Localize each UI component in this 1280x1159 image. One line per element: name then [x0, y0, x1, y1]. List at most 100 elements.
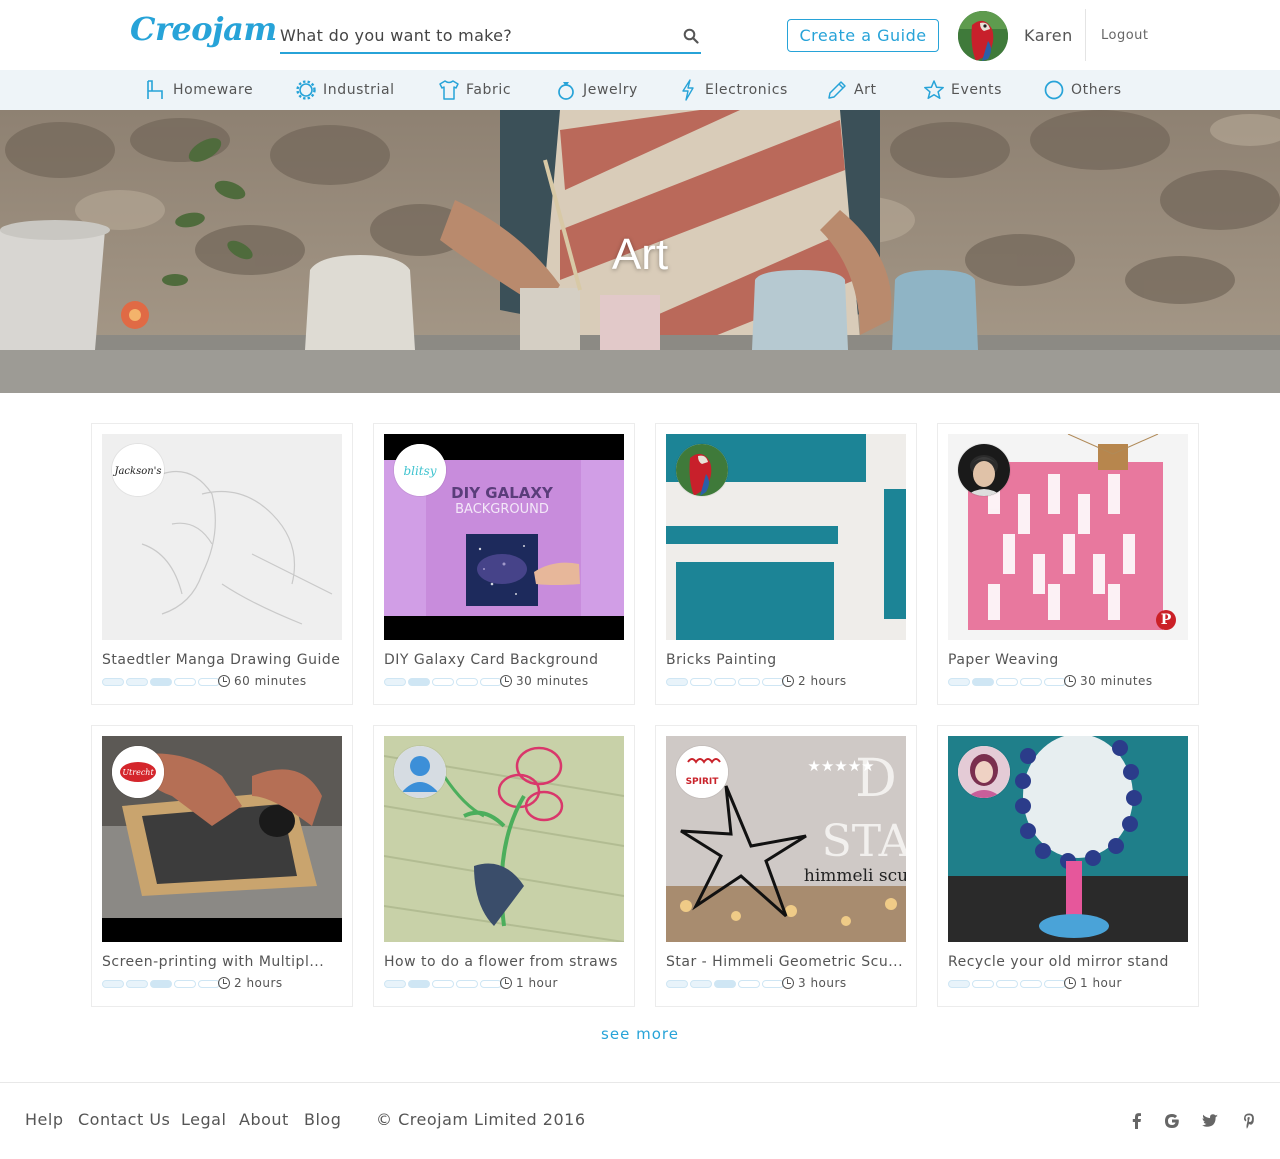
gear-icon	[296, 80, 316, 100]
guide-duration: 30 minutes	[1064, 674, 1153, 688]
duration-text: 2 hours	[798, 674, 847, 688]
circle-icon	[1044, 80, 1064, 100]
clock-icon	[782, 675, 794, 687]
difficulty-segment	[690, 980, 712, 988]
create-guide-button[interactable]: Create a Guide	[787, 19, 939, 52]
difficulty-segment	[150, 678, 172, 686]
difficulty-segment	[102, 980, 124, 988]
guide-card[interactable]: Utrecht Screen-printing with Multipl... …	[91, 725, 353, 1007]
guide-duration: 3 hours	[782, 976, 847, 990]
difficulty-meter	[666, 980, 786, 988]
star-rating: ★★★★★	[807, 757, 874, 775]
category-label: Others	[1071, 82, 1122, 98]
category-art[interactable]: Art	[826, 70, 877, 110]
guide-card[interactable]: DIY GALAXY BACKGROUND blitsy DIY Galaxy …	[373, 423, 635, 705]
footer-link-contact[interactable]: Contact Us	[78, 1110, 170, 1129]
guide-card[interactable]: P Paper Weaving 30 minutes	[937, 423, 1199, 705]
guide-duration: 30 minutes	[500, 674, 589, 688]
see-more-link[interactable]: see more	[0, 1025, 1280, 1043]
guide-card[interactable]: D STA ★★★★★ himmeli scu SPIRIT Star - Hi…	[655, 725, 917, 1007]
pinterest-icon[interactable]	[1240, 1112, 1258, 1130]
user-avatar[interactable]	[958, 11, 1008, 61]
difficulty-segment	[972, 678, 994, 686]
difficulty-segment	[948, 678, 970, 686]
difficulty-segment	[408, 678, 430, 686]
guide-title[interactable]: How to do a flower from straws	[384, 954, 624, 970]
difficulty-segment	[690, 678, 712, 686]
blitsy-logo: blitsy	[403, 464, 436, 478]
guide-thumbnail[interactable]: P	[948, 434, 1188, 640]
guide-thumbnail[interactable]: DIY GALAXY BACKGROUND blitsy	[384, 434, 624, 640]
guide-duration: 2 hours	[218, 976, 283, 990]
guide-thumbnail[interactable]: Utrecht	[102, 736, 342, 942]
category-label: Art	[854, 82, 877, 98]
clock-icon	[218, 977, 230, 989]
category-label: Jewelry	[583, 82, 638, 98]
category-industrial[interactable]: Industrial	[295, 70, 395, 110]
username[interactable]: Karen	[1024, 26, 1073, 45]
guide-duration: 1 hour	[500, 976, 558, 990]
author-avatar[interactable]	[394, 746, 446, 798]
author-avatar[interactable]	[958, 746, 1010, 798]
difficulty-segment	[738, 678, 760, 686]
guide-title[interactable]: Paper Weaving	[948, 652, 1188, 668]
guide-card[interactable]: Recycle your old mirror stand 1 hour	[937, 725, 1199, 1007]
difficulty-segment	[714, 678, 736, 686]
image-caption: BACKGROUND	[455, 502, 549, 517]
category-homeware[interactable]: Homeware	[145, 70, 253, 110]
duration-text: 30 minutes	[516, 674, 589, 688]
footer-link-about[interactable]: About	[239, 1110, 289, 1129]
footer-link-legal[interactable]: Legal	[181, 1110, 226, 1129]
guide-title[interactable]: DIY Galaxy Card Background	[384, 652, 624, 668]
footer-link-help[interactable]: Help	[25, 1110, 63, 1129]
guide-thumbnail[interactable]	[666, 434, 906, 640]
duration-text: 3 hours	[798, 976, 847, 990]
difficulty-meter	[666, 678, 786, 686]
guide-title[interactable]: Recycle your old mirror stand	[948, 954, 1188, 970]
creojam-logo[interactable]: Creojam	[130, 10, 277, 48]
difficulty-segment	[456, 678, 478, 686]
copyright: © Creojam Limited 2016	[376, 1110, 586, 1129]
author-avatar[interactable]: blitsy	[394, 444, 446, 496]
guide-duration: 2 hours	[782, 674, 847, 688]
category-fabric[interactable]: Fabric	[438, 70, 511, 110]
guide-title[interactable]: Star - Himmeli Geometric Scu...	[666, 954, 906, 970]
guide-title[interactable]: Staedtler Manga Drawing Guide	[102, 652, 342, 668]
google-icon[interactable]	[1163, 1112, 1181, 1130]
category-electronics[interactable]: Electronics	[677, 70, 788, 110]
author-avatar[interactable]	[958, 444, 1010, 496]
facebook-icon[interactable]	[1128, 1112, 1146, 1130]
guide-card[interactable]: How to do a flower from straws 1 hour	[373, 725, 635, 1007]
difficulty-segment	[762, 678, 784, 686]
author-avatar[interactable]	[676, 444, 728, 496]
category-others[interactable]: Others	[1043, 70, 1122, 110]
svg-text:STA: STA	[822, 816, 906, 867]
guide-card[interactable]: Jackson's Staedtler Manga Drawing Guide …	[91, 423, 353, 705]
guide-thumbnail[interactable]: Jackson's	[102, 434, 342, 640]
guide-thumbnail[interactable]	[948, 736, 1188, 942]
twitter-icon[interactable]	[1201, 1112, 1219, 1130]
author-avatar[interactable]: Jackson's	[112, 444, 164, 496]
category-jewelry[interactable]: Jewelry	[555, 70, 638, 110]
star-icon	[924, 80, 944, 100]
footer-link-blog[interactable]: Blog	[304, 1110, 341, 1129]
difficulty-segment	[666, 980, 688, 988]
guide-title[interactable]: Screen-printing with Multipl...	[102, 954, 342, 970]
difficulty-segment	[198, 980, 220, 988]
footer-divider	[0, 1082, 1280, 1083]
category-events[interactable]: Events	[923, 70, 1002, 110]
guide-thumbnail[interactable]: D STA ★★★★★ himmeli scu SPIRIT	[666, 736, 906, 942]
difficulty-meter	[384, 678, 504, 686]
difficulty-segment	[948, 980, 970, 988]
search-input[interactable]	[280, 20, 670, 50]
guide-title[interactable]: Bricks Painting	[666, 652, 906, 668]
difficulty-segment	[972, 980, 994, 988]
difficulty-segment	[432, 678, 454, 686]
author-avatar[interactable]: SPIRIT	[676, 746, 728, 798]
clock-icon	[500, 675, 512, 687]
search-icon[interactable]	[683, 28, 699, 44]
author-avatar[interactable]: Utrecht	[112, 746, 164, 798]
guide-card[interactable]: Bricks Painting 2 hours	[655, 423, 917, 705]
guide-thumbnail[interactable]	[384, 736, 624, 942]
logout-link[interactable]: Logout	[1101, 28, 1149, 43]
